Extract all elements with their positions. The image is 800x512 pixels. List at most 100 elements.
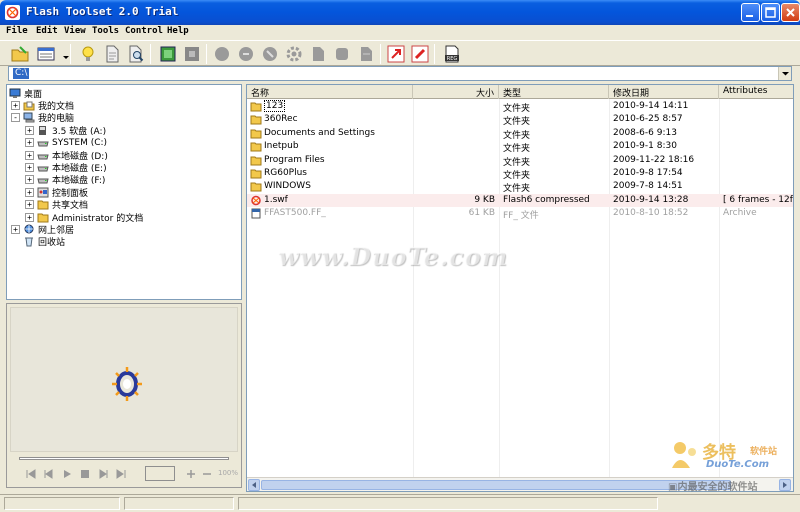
- export-gray-icon[interactable]: [182, 44, 202, 64]
- my-computer-icon: [23, 112, 35, 123]
- column-header-type[interactable]: 类型: [499, 85, 609, 99]
- tree-item[interactable]: + 本地磁盘 (F:): [25, 174, 105, 186]
- menu-edit[interactable]: Edit: [36, 26, 58, 36]
- red-arrow-icon[interactable]: [386, 44, 406, 64]
- tree-item[interactable]: + 我的文档: [11, 99, 74, 112]
- minimize-button[interactable]: [741, 3, 760, 22]
- tree-item[interactable]: + 共享文档: [25, 199, 88, 211]
- gray-round-3-icon[interactable]: [260, 44, 280, 64]
- expand-icon[interactable]: +: [25, 162, 34, 172]
- menu-file[interactable]: File: [6, 26, 28, 36]
- gray-doc-3-icon[interactable]: [356, 44, 376, 64]
- menu-help[interactable]: Help: [167, 26, 189, 36]
- expand-icon[interactable]: +: [25, 138, 34, 148]
- expand-icon[interactable]: +: [11, 100, 20, 110]
- expand-icon[interactable]: +: [25, 212, 34, 222]
- status-cell-1: [4, 497, 120, 510]
- file-size: 61 KB: [468, 208, 495, 219]
- file-row[interactable]: RG60Plus 文件夹 2010-9-8 17:54: [247, 167, 793, 181]
- toolbar: REG: [0, 40, 800, 66]
- column-header-name[interactable]: 名称: [247, 85, 413, 99]
- title-bar[interactable]: Flash Toolset 2.0 Trial: [0, 0, 800, 25]
- tree-item[interactable]: + SYSTEM (C:): [25, 137, 107, 149]
- file-row[interactable]: Inetpub 文件夹 2010-9-1 8:30: [247, 140, 793, 155]
- file-row[interactable]: FFAST500.FF_ 61 KB FF_ 文件 2010-8-10 18:52 Ar…: [247, 207, 793, 221]
- file-row[interactable]: 360Rec 文件夹 2010-6-25 8:57: [247, 113, 793, 127]
- file-row[interactable]: 1.swf 9 KB Flash6 compressed 2010-9-14 13:2…: [247, 193, 793, 207]
- file-type: 文件夹: [503, 144, 531, 155]
- file-type: 文件夹: [503, 157, 531, 168]
- watermark-logo-sub: 软件站: [750, 447, 778, 457]
- expand-icon[interactable]: +: [25, 187, 34, 197]
- file-name: 360Rec: [264, 114, 298, 125]
- expand-icon[interactable]: +: [25, 150, 34, 160]
- tree-item[interactable]: + 控制面板: [25, 186, 88, 199]
- open-folder-icon[interactable]: [10, 44, 30, 64]
- last-frame-icon[interactable]: [115, 468, 127, 480]
- tree-item[interactable]: 回收站: [11, 236, 65, 248]
- expand-icon[interactable]: +: [25, 175, 34, 185]
- stop-icon[interactable]: [79, 468, 91, 480]
- next-frame-icon[interactable]: [97, 468, 109, 480]
- close-button[interactable]: [781, 3, 800, 22]
- tree-item[interactable]: + 网上邻居: [11, 223, 74, 236]
- scrollbar-thumb[interactable]: [261, 480, 731, 490]
- expand-icon[interactable]: +: [11, 224, 20, 234]
- tree-item[interactable]: 桌面: [9, 87, 42, 100]
- zoom-in-icon[interactable]: [185, 468, 197, 480]
- collapse-icon[interactable]: -: [11, 113, 20, 123]
- file-name: FFAST500.FF_: [264, 208, 326, 219]
- prev-frame-icon[interactable]: [43, 468, 55, 480]
- file-attributes: [ 6 frames - 12fps - \: [723, 194, 793, 205]
- gray-doc-icon[interactable]: [308, 44, 328, 64]
- expand-icon[interactable]: +: [25, 200, 34, 210]
- folder-icon: [250, 168, 262, 179]
- play-icon[interactable]: [61, 468, 73, 480]
- recycle-bin-icon: [23, 236, 35, 247]
- document-icon[interactable]: [102, 44, 122, 64]
- gray-doc-2-icon[interactable]: [332, 44, 352, 64]
- file-row[interactable]: Program Files 文件夹 2009-11-22 18:16: [247, 154, 793, 168]
- menu-view[interactable]: View: [64, 26, 86, 36]
- first-frame-icon[interactable]: [25, 468, 37, 480]
- maximize-button[interactable]: [761, 3, 780, 22]
- gray-round-2-icon[interactable]: [236, 44, 256, 64]
- file-row[interactable]: Documents and Settings 文件夹 2008-6-6 9:13: [247, 127, 793, 141]
- tree-item[interactable]: + 本地磁盘 (E:): [25, 161, 107, 174]
- column-header-modified[interactable]: 修改日期: [609, 85, 719, 99]
- export-green-icon[interactable]: [158, 44, 178, 64]
- gray-gear-icon[interactable]: [284, 44, 304, 64]
- scroll-right-icon[interactable]: [779, 479, 791, 491]
- duote-logo-icon: [672, 442, 696, 468]
- tree-item[interactable]: - 我的电脑: [11, 112, 74, 124]
- red-pencil-icon[interactable]: [410, 44, 430, 64]
- folder-tree[interactable]: 桌面 + 我的文档 - 我的电脑 +3.5 软盘 (A:) + SYSTEM (C:) + 本地磁…: [6, 84, 242, 300]
- file-list[interactable]: 名称 大小 类型 修改日期 Attributes 123 文件夹 2010-9-14…: [246, 84, 794, 492]
- view-mode-icon[interactable]: [36, 44, 56, 64]
- light-bulb-icon[interactable]: [78, 44, 98, 64]
- tree-item[interactable]: + 本地磁盘 (D:): [25, 149, 108, 162]
- tree-item[interactable]: +3.5 软盘 (A:): [25, 124, 106, 137]
- file-row[interactable]: WINDOWS 文件夹 2009-7-8 14:51: [247, 180, 793, 194]
- address-dropdown-button[interactable]: [778, 67, 791, 80]
- column-header-attributes[interactable]: Attributes: [719, 85, 793, 99]
- tree-item[interactable]: + Administrator 的文档: [25, 211, 143, 224]
- menu-tools[interactable]: Tools: [92, 26, 119, 36]
- column-header-size[interactable]: 大小: [413, 85, 499, 99]
- gray-round-1-icon[interactable]: [212, 44, 232, 64]
- register-icon[interactable]: REG: [442, 44, 462, 64]
- menu-control[interactable]: Control: [125, 26, 163, 36]
- file-row[interactable]: 123 文件夹 2010-9-14 14:11: [247, 100, 793, 114]
- zoom-out-icon[interactable]: [201, 468, 213, 480]
- frame-number-field[interactable]: [145, 466, 175, 481]
- scroll-left-icon[interactable]: [248, 479, 260, 491]
- flash-app-icon[interactable]: [5, 5, 20, 20]
- find-icon[interactable]: [126, 44, 146, 64]
- dropdown-arrow-icon[interactable]: [56, 44, 69, 64]
- file-modified: 2008-6-6 9:13: [613, 127, 677, 138]
- expand-icon[interactable]: +: [25, 125, 34, 135]
- preview-slider[interactable]: [19, 457, 229, 460]
- address-value: C:\: [13, 68, 30, 79]
- file-name: 123: [264, 100, 286, 112]
- address-bar[interactable]: C:\: [8, 66, 792, 81]
